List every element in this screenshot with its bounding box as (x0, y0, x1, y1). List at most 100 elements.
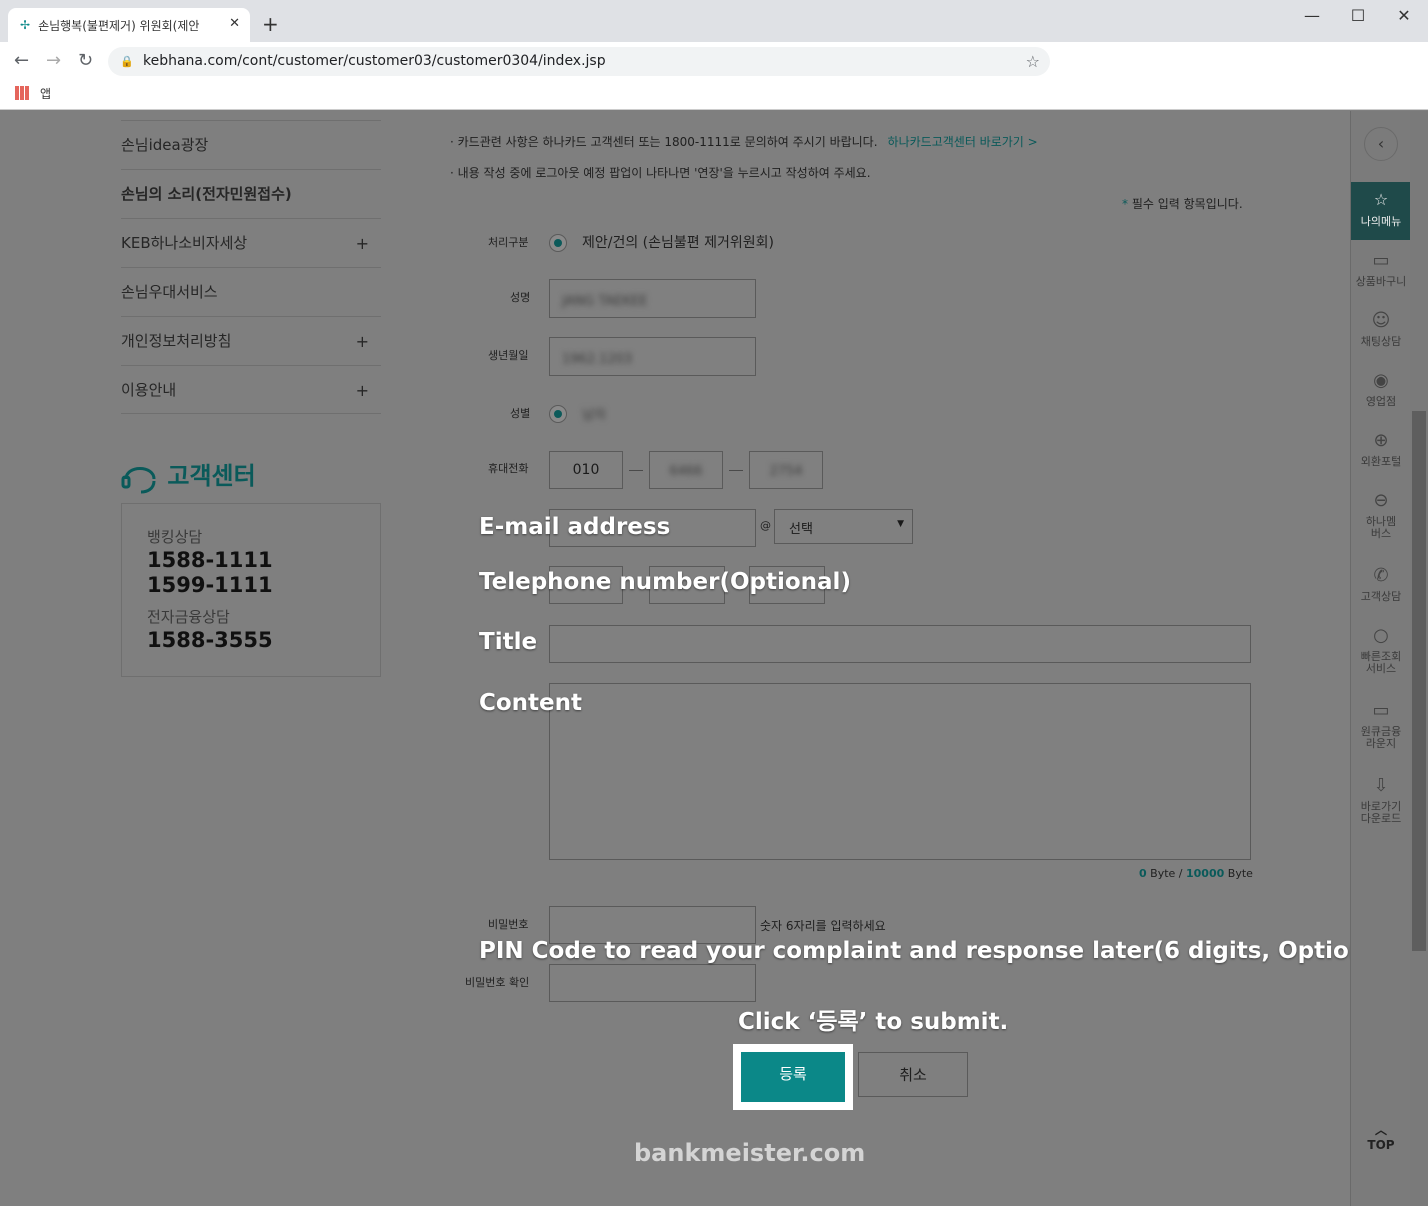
nav-item-guide[interactable]: 이용안내 + (121, 365, 381, 414)
required-notice-text: 필수 입력 항목입니다. (1131, 197, 1243, 211)
mobile-last-value: 2754 (769, 464, 803, 479)
name-label: 성명 (510, 291, 531, 304)
nav-item-privacy[interactable]: 개인정보처리방침 + (121, 316, 381, 365)
browser-tab[interactable]: ✢ 손님행복(불편제거) 위원회(제안 ✕ (8, 8, 250, 42)
quick-item-chat[interactable]: ☺ 채팅상담 (1351, 311, 1411, 348)
top-button[interactable]: ︿ TOP (1351, 1121, 1411, 1152)
address-bar[interactable]: 🔒 kebhana.com/cont/customer/customer03/c… (108, 47, 1050, 76)
birth-field[interactable]: 1962.1203 (549, 337, 756, 376)
password-hint: 숫자 6자리를 입력하세요 (760, 919, 886, 933)
quick-item-branch[interactable]: ◉ 영업점 (1351, 371, 1411, 408)
my-menu-button[interactable]: ☆ 나의메뉴 (1351, 182, 1411, 240)
minimize-icon[interactable]: — (1292, 6, 1332, 25)
bookmark-star-icon[interactable]: ☆ (1026, 47, 1040, 76)
top-label: TOP (1367, 1138, 1395, 1152)
globe-icon: ⊕ (1373, 430, 1389, 451)
maximize-icon[interactable]: ☐ (1338, 6, 1378, 25)
browser-toolbar: ← → ↻ 🔒 kebhana.com/cont/customer/custom… (0, 42, 1428, 80)
quick-item-lounge[interactable]: ▭ 원큐금융라운지 (1358, 701, 1404, 750)
download-icon: ⇩ (1373, 775, 1389, 796)
quick-item-consult[interactable]: ✆ 고객상담 (1351, 566, 1411, 603)
quick-menu-sidebar: ‹ ☆ 나의메뉴 ▭ 상품바구니 ☺ 채팅상담 ◉ 영업점 ⊕ 외환포털 ⊖ 하나멤버스 … (1350, 111, 1411, 1206)
at-sign: @ (760, 519, 771, 532)
expand-icon[interactable]: + (356, 219, 369, 268)
chevron-up-icon: ︿ (1374, 1123, 1387, 1137)
card-center-link[interactable]: 하나카드고객센터 바로가기 > (888, 135, 1038, 149)
headset-icon (121, 467, 156, 494)
quick-item-fx[interactable]: ⊕ 외환포털 (1351, 431, 1411, 468)
nav-item-voice[interactable]: 손님의 소리(전자민원접수) (121, 169, 381, 218)
logout-notice-text: 내용 작성 중에 로그아웃 예정 팝업이 나타나면 '연장'을 누르시고 작성하… (457, 166, 871, 180)
quick-item-label: 고객상담 (1360, 590, 1402, 603)
efinance-number: 1588-3555 (147, 628, 273, 652)
card-notice: · 카드관련 사항은 하나카드 고객센터 또는 1800-1111로 문의하여 … (450, 135, 1038, 149)
quick-item-label: 바로가기다운로드 (1360, 800, 1402, 825)
mobile-middle-field[interactable]: 6466 (649, 451, 723, 489)
nav-item-idea[interactable]: 손님idea광장 (121, 120, 381, 169)
quick-item-members[interactable]: ⊖ 하나멤버스 (1363, 491, 1399, 540)
lock-icon: 🔒 (120, 55, 134, 68)
title-field[interactable] (549, 625, 1251, 663)
close-tab-icon[interactable]: ✕ (229, 16, 240, 31)
scrollbar-thumb[interactable] (1412, 411, 1426, 951)
apps-grid-icon[interactable] (15, 86, 29, 100)
submit-highlight: 등록 (733, 1044, 853, 1110)
mobile-dash (729, 470, 743, 471)
nav-item-vip-service[interactable]: 손님우대서비스 (121, 267, 381, 316)
mobile-prefix-field[interactable]: 010 (549, 451, 623, 489)
bookmarks-bar: 앱 (0, 80, 1428, 110)
my-menu-label: 나의메뉴 (1360, 215, 1402, 228)
reload-icon[interactable]: ↻ (78, 50, 93, 71)
byte-count: 0 (1139, 867, 1147, 880)
type-label: 처리구분 (488, 236, 529, 249)
apps-label[interactable]: 앱 (40, 85, 51, 102)
password-confirm-label: 비밀번호 확인 (465, 976, 530, 989)
tab-title: 손님행복(불편제거) 위원회(제안 (38, 18, 200, 33)
nav-item-label: 손님의 소리(전자민원접수) (121, 185, 292, 203)
type-radio[interactable] (549, 234, 567, 252)
collapse-chevron-icon[interactable]: ‹ (1364, 127, 1398, 161)
gender-value: 남자 (582, 408, 606, 423)
nav-item-label: 이용안내 (121, 381, 177, 399)
new-tab-icon[interactable]: + (262, 12, 279, 36)
dropdown-arrow-icon: ▼ (897, 519, 904, 529)
byte-unit: Byte (1150, 867, 1176, 880)
password-confirm-field[interactable] (549, 964, 756, 1002)
forward-icon[interactable]: → (46, 50, 61, 71)
nav-item-label: 개인정보처리방침 (121, 332, 232, 350)
quick-item-download[interactable]: ⇩ 바로가기다운로드 (1358, 776, 1404, 825)
close-window-icon[interactable]: ✕ (1384, 6, 1424, 25)
quick-item-inquiry[interactable]: ○ 빠른조회서비스 (1358, 626, 1404, 675)
overlay-tel: Telephone number(Optional) (479, 569, 851, 595)
back-icon[interactable]: ← (14, 50, 29, 71)
required-star-icon: * (1122, 197, 1128, 211)
expand-icon[interactable]: + (356, 366, 369, 415)
page-scrollbar[interactable] (1410, 111, 1428, 1206)
birth-label: 생년월일 (488, 349, 529, 362)
banking-label: 뱅킹상담 (147, 528, 203, 546)
mobile-last-field[interactable]: 2754 (749, 451, 823, 489)
quick-item-basket[interactable]: ▭ 상품바구니 (1351, 251, 1411, 288)
chat-icon: ☺ (1371, 310, 1391, 331)
banking-number-2: 1599-1111 (147, 573, 273, 597)
birth-value: 1962.1203 (562, 352, 633, 367)
mobile-dash (629, 470, 643, 471)
gender-radio[interactable] (549, 405, 567, 423)
expand-icon[interactable]: + (356, 317, 369, 366)
quick-item-label: 채팅상담 (1360, 335, 1402, 348)
location-pin-icon: ◉ (1373, 370, 1389, 391)
name-value: JANG TAEKEE (562, 294, 648, 309)
type-value: 제안/건의 (손님불편 제거위원회) (582, 235, 774, 251)
content-textarea[interactable] (549, 683, 1251, 860)
nav-item-label: 손님우대서비스 (121, 283, 218, 301)
name-field[interactable]: JANG TAEKEE (549, 279, 756, 318)
cancel-button[interactable]: 취소 (858, 1052, 968, 1097)
nav-item-consumer-world[interactable]: KEB하나소비자세상 + (121, 218, 381, 267)
submit-button[interactable]: 등록 (741, 1052, 845, 1102)
password-label: 비밀번호 (488, 918, 529, 931)
quick-item-label: 하나멤버스 (1365, 515, 1397, 540)
customer-center-title: 고객센터 (121, 456, 256, 495)
customer-center-box: 뱅킹상담 1588-1111 1599-1111 전자금융상담 1588-355… (121, 503, 381, 677)
email-domain-select[interactable]: 선택 ▼ (774, 509, 913, 544)
url-text: kebhana.com/cont/customer/customer03/cus… (143, 53, 606, 69)
